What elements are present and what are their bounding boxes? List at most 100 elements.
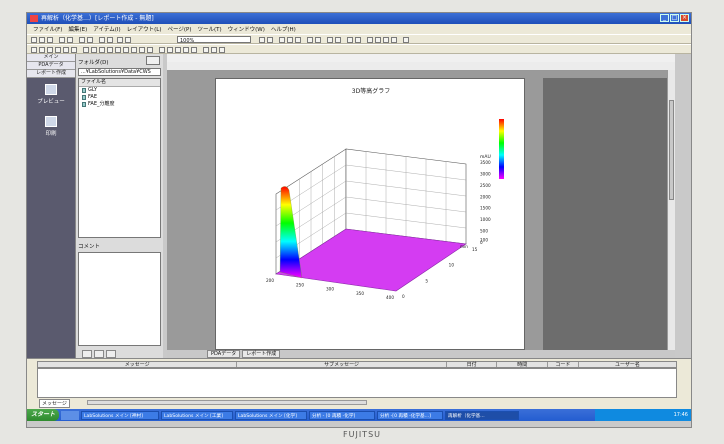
start-button[interactable]: スタート [27,409,59,421]
menu-help[interactable]: ヘルプ(H) [271,25,296,33]
print-icon[interactable] [59,37,65,43]
new-icon[interactable] [31,37,37,43]
vertical-scrollbar[interactable] [667,70,675,350]
tab-pda-data[interactable]: PDAデータ [207,350,241,358]
comment-icon[interactable] [191,47,197,53]
tab-report[interactable]: レポート作成 [242,350,281,358]
minimize-button[interactable]: _ [660,14,669,22]
rectangle-icon[interactable] [55,47,61,53]
col-user[interactable]: ユーザー名 [579,362,676,368]
align-right-icon[interactable] [295,37,301,43]
insert-table-icon[interactable] [347,37,353,43]
col-submessage[interactable]: サブメッセージ [237,362,447,368]
border-icon[interactable] [219,47,225,53]
menu-page[interactable]: ページ(P) [167,25,191,33]
folder-path-select[interactable]: ...¥LabSolutions¥Data¥CWS [78,68,161,76]
insert-chart-icon[interactable] [355,37,361,43]
open-icon[interactable] [39,37,45,43]
save-icon[interactable] [47,37,53,43]
align-center-icon[interactable] [287,37,293,43]
purity-icon[interactable] [159,47,165,53]
scroll-thumb[interactable] [669,100,674,200]
ungroup-icon[interactable] [335,37,341,43]
spectrum-icon[interactable] [99,47,105,53]
undo-icon[interactable] [259,37,265,43]
bring-front-icon[interactable] [307,37,313,43]
grid-toggle-icon[interactable] [375,37,381,43]
col-date[interactable]: 日付 [447,362,498,368]
list-item[interactable]: GLY [79,87,160,94]
snap-icon[interactable] [383,37,389,43]
taskbar-item[interactable]: 再解析（化学基… [445,410,519,420]
font-icon[interactable] [203,47,209,53]
menu-item[interactable]: アイテム(I) [93,25,120,33]
image-icon[interactable] [83,47,89,53]
header-icon[interactable] [131,47,137,53]
file-list-header[interactable]: ファイル名 [79,79,160,87]
list-item[interactable]: FAE_分離度 [79,101,160,108]
taskbar-item[interactable]: LabSolutions メイン [工業] [161,410,233,420]
col-code[interactable]: コード [548,362,579,368]
nav-tab-main[interactable]: メイン [27,54,75,62]
footer-icon[interactable] [139,47,145,53]
taskbar-item[interactable]: LabSolutions メイン [神村] [81,410,159,420]
zoom-out-icon[interactable] [125,37,131,43]
list-item[interactable]: FAE [79,94,160,101]
view-tab-list[interactable] [82,350,92,358]
polyline-icon[interactable] [47,47,53,53]
message-tab[interactable]: メッセージ [39,399,70,408]
chromatogram-icon[interactable] [91,47,97,53]
nav-item-preview[interactable]: プレビュー [33,84,69,105]
preview-icon[interactable] [67,37,73,43]
nav-tab-report[interactable]: レポート作成 [27,70,75,78]
layout-icon[interactable] [79,37,85,43]
3d-plot-icon[interactable] [115,47,121,53]
report-page[interactable]: 3D等高グラフ mAU 0 100 500 1000 1500 2000 2500 3000 350… [215,78,525,350]
line-icon[interactable] [39,47,45,53]
zoom-in-icon[interactable] [117,37,123,43]
message-hscrollbar[interactable] [87,400,367,405]
close-button[interactable]: × [680,14,689,22]
library-icon[interactable] [167,47,173,53]
folder-browse-button[interactable] [146,56,160,65]
select-arrow-icon[interactable] [31,47,37,53]
contour-icon[interactable] [107,47,113,53]
menu-file[interactable]: ファイル(F) [33,25,62,33]
x-tick-label: 200 [266,278,274,283]
nav-item-print[interactable]: 印刷 [33,116,69,137]
col-message[interactable]: メッセージ [38,362,238,368]
method-icon[interactable] [175,47,181,53]
zoom-combo[interactable]: 100% [177,36,251,44]
settings-icon[interactable] [403,37,409,43]
page-number-icon[interactable] [147,47,153,53]
menu-window[interactable]: ウィンドウ(W) [228,25,265,33]
window-icon[interactable] [391,37,397,43]
menu-tools[interactable]: ツール(T) [197,25,221,33]
group-icon[interactable] [327,37,333,43]
quick-launch[interactable] [61,410,79,420]
nav-tab-pda-data[interactable]: PDAデータ [27,62,75,70]
taskbar-item[interactable]: 分析 - [0 再積 -化学] [309,410,375,420]
two-page-icon[interactable] [107,37,113,43]
color-icon[interactable] [211,47,217,53]
taskbar-item[interactable]: LabSolutions メイン [化学] [235,410,307,420]
comment-box[interactable] [78,252,161,346]
page-icon[interactable] [99,37,105,43]
menu-edit[interactable]: 編集(E) [68,25,87,33]
ellipse-icon[interactable] [63,47,69,53]
send-back-icon[interactable] [315,37,321,43]
menu-layout[interactable]: レイアウト(L) [127,25,162,33]
folder-label: フォルダ(D) [78,60,109,66]
col-time[interactable]: 時間 [497,362,549,368]
arrow-icon[interactable] [367,37,373,43]
sample-info-icon[interactable] [183,47,189,53]
view-tab-detail[interactable] [94,350,104,358]
text-icon[interactable] [71,47,77,53]
grid-icon[interactable] [87,37,93,43]
maximize-button[interactable]: □ [670,14,679,22]
view-tab-thumb[interactable] [106,350,116,358]
peak-table-icon[interactable] [123,47,129,53]
align-left-icon[interactable] [279,37,285,43]
taskbar-item[interactable]: 分析 -[0 再積 -化学基…] [377,410,443,420]
redo-icon[interactable] [267,37,273,43]
